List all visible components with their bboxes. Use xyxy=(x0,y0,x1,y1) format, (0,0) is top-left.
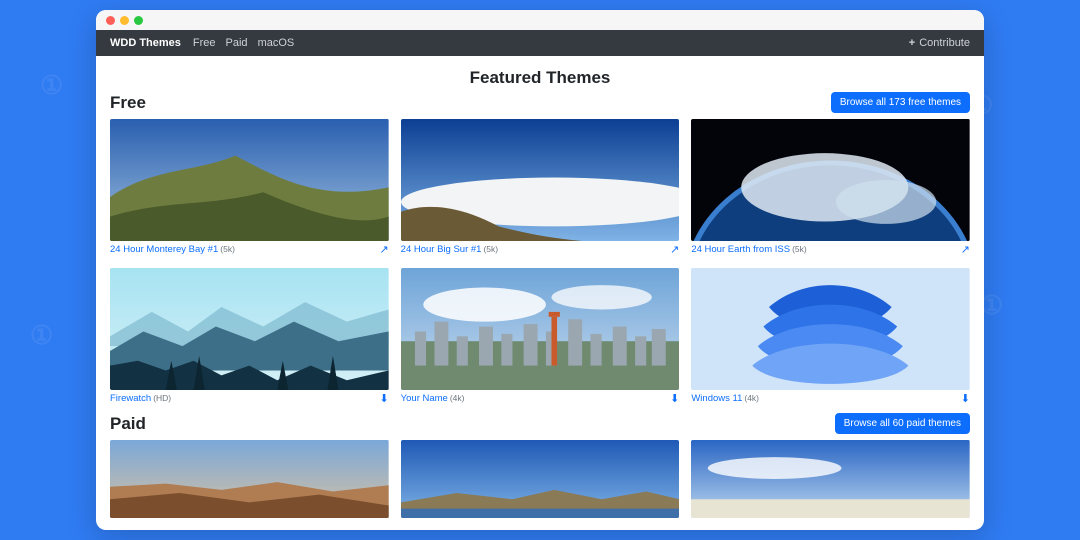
viewport: WDD Themes Free Paid macOS Contribute Fe… xyxy=(96,30,984,530)
browse-paid-button[interactable]: Browse all 60 paid themes xyxy=(835,413,970,434)
section-free: Free Browse all 173 free themes xyxy=(96,92,984,405)
download-icon[interactable]: ⬇ xyxy=(379,392,388,405)
card-paid-3[interactable] xyxy=(691,440,970,518)
navbar: WDD Themes Free Paid macOS Contribute xyxy=(96,30,984,56)
card-link[interactable]: 24 Hour Earth from ISS xyxy=(691,244,790,255)
card-paid-1[interactable] xyxy=(110,440,389,518)
card-res: (4k) xyxy=(744,393,759,403)
thumb-windows11[interactable] xyxy=(691,268,970,390)
card-link[interactable]: 24 Hour Big Sur #1 xyxy=(401,244,482,255)
card-res: (5k) xyxy=(792,244,807,254)
contribute-link[interactable]: Contribute xyxy=(909,37,970,49)
card-bigsur[interactable]: 24 Hour Big Sur #1(5k) ↗ xyxy=(401,119,680,256)
thumb-firewatch[interactable] xyxy=(110,268,389,390)
card-res: (4k) xyxy=(450,393,465,403)
card-link[interactable]: Your Name xyxy=(401,393,448,404)
card-link[interactable]: Firewatch xyxy=(110,393,151,404)
download-icon[interactable]: ⬇ xyxy=(961,392,970,405)
card-res: (5k) xyxy=(220,244,235,254)
plus-icon xyxy=(909,37,915,49)
maximize-icon[interactable] xyxy=(134,16,143,25)
thumb-paid-2[interactable] xyxy=(401,440,680,518)
thumb-your-name[interactable] xyxy=(401,268,680,390)
download-icon[interactable]: ⬇ xyxy=(670,392,679,405)
card-windows11[interactable]: Windows 11(4k) ⬇ xyxy=(691,268,970,405)
card-firewatch[interactable]: Firewatch(HD) ⬇ xyxy=(110,268,389,405)
page-title: Featured Themes xyxy=(96,68,984,88)
contribute-label: Contribute xyxy=(919,37,970,49)
card-your-name[interactable]: Your Name(4k) ⬇ xyxy=(401,268,680,405)
nav-link-macos[interactable]: macOS xyxy=(258,37,295,49)
app-window: WDD Themes Free Paid macOS Contribute Fe… xyxy=(96,10,984,530)
close-icon[interactable] xyxy=(106,16,115,25)
card-monterey[interactable]: 24 Hour Monterey Bay #1(5k) ↗ xyxy=(110,119,389,256)
thumb-paid-1[interactable] xyxy=(110,440,389,518)
brand[interactable]: WDD Themes xyxy=(110,37,181,49)
nav-link-paid[interactable]: Paid xyxy=(226,37,248,49)
external-icon[interactable]: ↗ xyxy=(379,243,388,256)
minimize-icon[interactable] xyxy=(120,16,129,25)
card-link[interactable]: 24 Hour Monterey Bay #1 xyxy=(110,244,218,255)
titlebar xyxy=(96,10,984,30)
card-res: (5k) xyxy=(483,244,498,254)
card-paid-2[interactable] xyxy=(401,440,680,518)
section-paid: Paid Browse all 60 paid themes xyxy=(96,413,984,518)
card-res: (HD) xyxy=(153,393,171,403)
section-paid-heading: Paid xyxy=(110,414,146,434)
section-free-heading: Free xyxy=(110,93,146,113)
external-icon[interactable]: ↗ xyxy=(961,243,970,256)
thumb-earth-iss[interactable] xyxy=(691,119,970,241)
free-grid: 24 Hour Monterey Bay #1(5k) ↗ xyxy=(110,119,970,405)
external-icon[interactable]: ↗ xyxy=(670,243,679,256)
card-earth-iss[interactable]: 24 Hour Earth from ISS(5k) ↗ xyxy=(691,119,970,256)
thumb-bigsur[interactable] xyxy=(401,119,680,241)
card-link[interactable]: Windows 11 xyxy=(691,393,742,404)
paid-grid xyxy=(110,440,970,518)
thumb-monterey[interactable] xyxy=(110,119,389,241)
browse-free-button[interactable]: Browse all 173 free themes xyxy=(831,92,970,113)
nav-link-free[interactable]: Free xyxy=(193,37,216,49)
thumb-paid-3[interactable] xyxy=(691,440,970,518)
